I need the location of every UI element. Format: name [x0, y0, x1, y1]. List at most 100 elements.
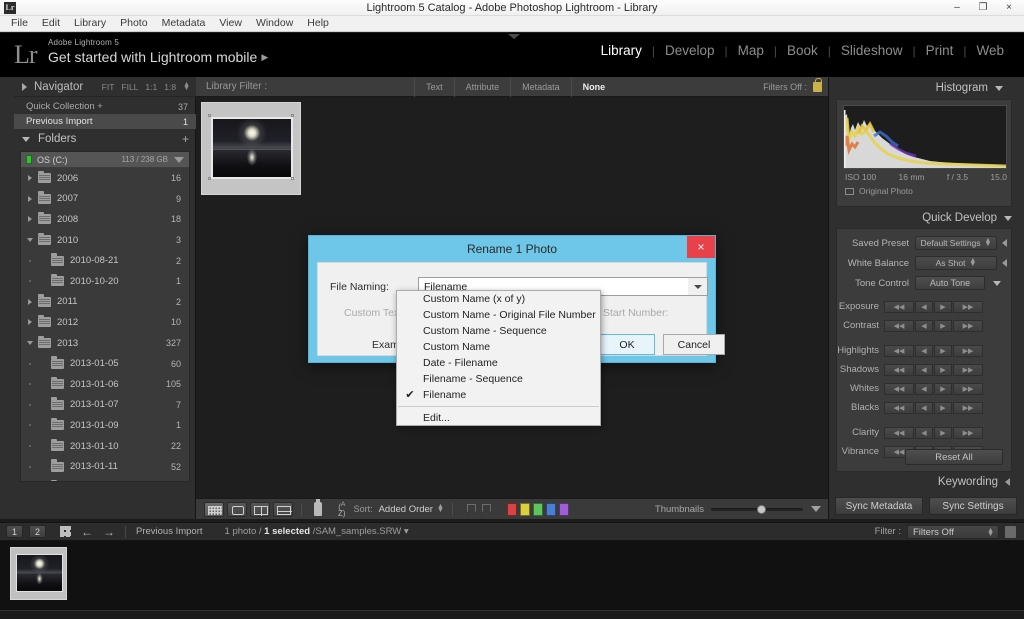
cancel-button[interactable]: Cancel [663, 334, 725, 355]
sort-direction-icon[interactable]: (AZ) [338, 501, 346, 518]
folder-row[interactable]: 2013-01-06105 [21, 374, 189, 395]
folder-row[interactable]: 2013-01-0560 [21, 353, 189, 374]
folder-row[interactable]: 200616 [21, 168, 189, 189]
grid-icon[interactable] [60, 526, 71, 537]
thumbnail-size-slider[interactable] [711, 502, 803, 516]
menu-item-photo[interactable]: Photo [113, 16, 154, 31]
disclosure-closed-icon[interactable] [25, 299, 35, 305]
filmstrip-lock-icon[interactable] [1005, 526, 1016, 538]
increase-small-shadows-button[interactable]: ▶ [934, 364, 952, 376]
white-balance-select[interactable]: As Shot ▲▼ [915, 256, 997, 270]
navigator-zoom-stepper-icon[interactable]: ▲▼ [183, 83, 190, 91]
color-label-swatch-4[interactable] [546, 503, 556, 516]
drive-row[interactable]: OS (C:) 113 / 238 GB [21, 152, 189, 168]
compare-view-icon[interactable] [250, 502, 270, 517]
increase-large-shadows-button[interactable]: ▶▶ [953, 364, 983, 376]
decrease-small-blacks-button[interactable]: ◀ [915, 402, 933, 414]
survey-view-icon[interactable] [273, 502, 293, 517]
decrease-small-exposure-button[interactable]: ◀ [915, 301, 933, 313]
increase-large-exposure-button[interactable]: ▶▶ [953, 301, 983, 313]
folder-row[interactable]: 201210 [21, 312, 189, 333]
increase-large-contrast-button[interactable]: ▶▶ [953, 320, 983, 332]
chevron-down-icon[interactable] [688, 278, 707, 295]
menu-item-library[interactable]: Library [67, 16, 113, 31]
decrease-large-blacks-button[interactable]: ◀◀ [884, 402, 914, 414]
folder-row[interactable]: 2010-10-201 [21, 271, 189, 292]
tone-control-disclosure-icon[interactable] [993, 281, 1001, 286]
folder-row[interactable]: 2010-08-212 [21, 250, 189, 271]
reset-all-button[interactable]: Reset All [905, 449, 1003, 465]
original-photo-toggle[interactable]: Original Photo [845, 186, 913, 196]
navigator-disclosure-icon[interactable] [22, 83, 27, 91]
menu-item-help[interactable]: Help [300, 16, 336, 31]
folder-row[interactable]: 2013-01-077 [21, 395, 189, 416]
filmstrip-filter-stepper-icon[interactable]: ▲▼ [987, 529, 994, 537]
menu-item-view[interactable]: View [212, 16, 249, 31]
color-label-swatch-1[interactable] [507, 503, 517, 516]
decrease-small-whites-button[interactable]: ◀ [915, 383, 933, 395]
previous-import-row[interactable]: Previous Import 1 [14, 114, 196, 129]
toolbar-options-icon[interactable] [811, 506, 821, 512]
sync-metadata-button[interactable]: Sync Metadata [835, 497, 923, 515]
decrease-large-exposure-button[interactable]: ◀◀ [884, 301, 914, 313]
sort-stepper-icon[interactable]: ▲▼ [437, 505, 444, 513]
grid-view-icon[interactable] [204, 502, 224, 517]
increase-small-exposure-button[interactable]: ▶ [934, 301, 952, 313]
close-button[interactable]: × [996, 0, 1022, 16]
quick-collection-row[interactable]: Quick Collection + 37 [14, 99, 196, 114]
increase-small-highlights-button[interactable]: ▶ [934, 345, 952, 357]
saved-preset-stepper-icon[interactable]: ▲▼ [985, 239, 992, 247]
ok-button[interactable]: OK [599, 334, 655, 355]
color-label-swatch-2[interactable] [520, 503, 530, 516]
white-balance-arrow-icon[interactable] [1002, 259, 1007, 267]
white-balance-stepper-icon[interactable]: ▲▼ [969, 259, 976, 267]
keywording-header[interactable]: Keywording [836, 474, 1012, 490]
quick-develop-disclosure-icon[interactable] [1004, 216, 1012, 221]
folders-disclosure-icon[interactable] [22, 137, 30, 142]
increase-large-highlights-button[interactable]: ▶▶ [953, 345, 983, 357]
dropdown-item-edit[interactable]: Edit... [397, 410, 600, 426]
decrease-small-shadows-button[interactable]: ◀ [915, 364, 933, 376]
module-print[interactable]: Print [916, 43, 964, 58]
folder-row[interactable]: 2013-01-1152 [21, 456, 189, 477]
color-label-swatch-5[interactable] [559, 503, 569, 516]
dropdown-item[interactable]: Custom Name - Original File Number [397, 307, 600, 323]
forward-arrow-icon[interactable]: → [103, 526, 115, 538]
grid-cell[interactable] [201, 102, 301, 195]
decrease-small-contrast-button[interactable]: ◀ [915, 320, 933, 332]
filter-tab-none[interactable]: None [571, 77, 617, 97]
module-web[interactable]: Web [966, 43, 1014, 58]
color-label-swatch-3[interactable] [533, 503, 543, 516]
loupe-view-icon[interactable] [227, 502, 247, 517]
folder-tree[interactable]: OS (C:) 113 / 238 GB 2006162007920081820… [20, 151, 190, 482]
filmstrip[interactable] [0, 541, 1024, 611]
filmstrip-thumbnail[interactable] [16, 554, 63, 592]
menu-item-file[interactable]: File [4, 16, 35, 31]
folder-row[interactable]: 2013-01-1022 [21, 436, 189, 457]
minimize-button[interactable]: – [944, 0, 970, 16]
drive-menu-icon[interactable] [174, 157, 184, 163]
folder-row[interactable]: 20112 [21, 292, 189, 313]
screen-2-button[interactable]: 2 [29, 525, 46, 538]
folder-row[interactable]: 20079 [21, 189, 189, 210]
auto-tone-button[interactable]: Auto Tone [915, 276, 985, 290]
filters-state-group[interactable]: Filters Off : [763, 82, 822, 92]
increase-large-blacks-button[interactable]: ▶▶ [953, 402, 983, 414]
navigator-header[interactable]: Navigator FITFILL1:11:8▲▼ [14, 77, 196, 97]
top-panel-toggle-icon[interactable] [508, 34, 520, 39]
filter-tab-metadata[interactable]: Metadata [510, 77, 571, 97]
maximize-button[interactable]: ❐ [970, 0, 996, 16]
decrease-small-highlights-button[interactable]: ◀ [915, 345, 933, 357]
dropdown-item[interactable]: Custom Name [397, 339, 600, 355]
file-naming-dropdown[interactable]: Custom Name (x of y)Custom Name - Origin… [396, 290, 601, 426]
folder-row[interactable]: 20103 [21, 230, 189, 251]
dialog-close-button[interactable]: × [687, 236, 715, 258]
folder-row[interactable]: 200818 [21, 209, 189, 230]
increase-small-whites-button[interactable]: ▶ [934, 383, 952, 395]
flag-pick-icon[interactable] [467, 504, 476, 515]
quick-develop-header[interactable]: Quick Develop [836, 208, 1012, 228]
decrease-large-whites-button[interactable]: ◀◀ [884, 383, 914, 395]
module-slideshow[interactable]: Slideshow [831, 43, 913, 58]
disclosure-closed-icon[interactable] [25, 216, 35, 222]
lock-icon[interactable] [813, 82, 822, 92]
